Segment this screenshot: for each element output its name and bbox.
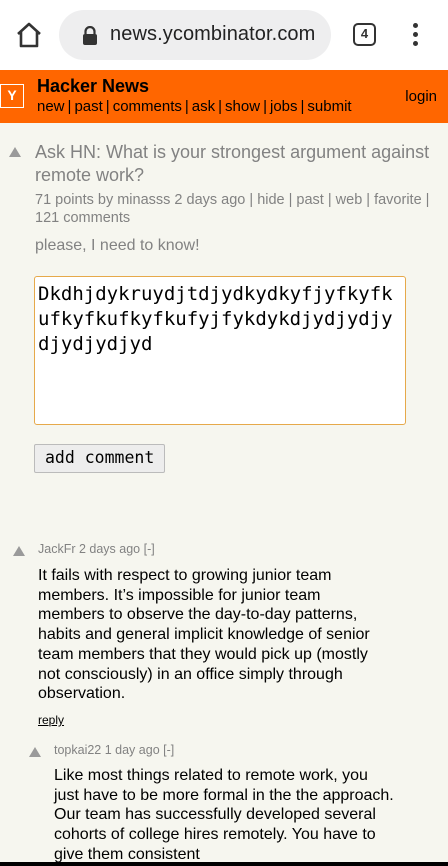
- screen-bottom-edge: [0, 862, 448, 866]
- nav-past[interactable]: past: [74, 98, 102, 115]
- nav-comments[interactable]: comments: [113, 98, 182, 115]
- story-text: please, I need to know!: [35, 237, 200, 254]
- comment-body: It fails with respect to growing junior …: [38, 567, 370, 703]
- reply-link[interactable]: reply: [38, 713, 64, 727]
- nav-submit[interactable]: submit: [307, 98, 351, 115]
- top-nav: new | past | comments | ask | show | jobs | submit: [37, 98, 352, 115]
- tab-switcher-button[interactable]: 4: [353, 23, 376, 46]
- address-bar[interactable]: news.ycombinator.com: [59, 10, 331, 60]
- comment-header: topkai22 1 day ago [-]: [54, 743, 175, 757]
- login-link[interactable]: login: [405, 88, 437, 105]
- overflow-menu-icon[interactable]: [405, 20, 425, 50]
- comment-textarea[interactable]: [34, 276, 406, 425]
- story-title[interactable]: Ask HN: What is your strongest argument …: [35, 141, 440, 187]
- hn-logo[interactable]: Y: [0, 84, 24, 108]
- lock-icon: [83, 26, 97, 45]
- home-icon[interactable]: [14, 20, 44, 50]
- nav-jobs[interactable]: jobs: [270, 98, 298, 115]
- comment-body: Like most things related to remote work,…: [54, 767, 394, 863]
- story-subtext: 71 points by minasss 2 days ago | hide |…: [35, 192, 430, 226]
- story-upvote-icon[interactable]: [9, 147, 21, 157]
- comment-upvote-icon[interactable]: [13, 546, 25, 556]
- comment-header: JackFr 2 days ago [-]: [38, 542, 155, 556]
- nav-ask[interactable]: ask: [192, 98, 215, 115]
- comment-upvote-icon[interactable]: [29, 747, 41, 757]
- nav-show[interactable]: show: [225, 98, 260, 115]
- hn-header: Y Hacker News new | past | comments | ask | show…: [0, 70, 448, 123]
- site-title[interactable]: Hacker News: [37, 76, 149, 97]
- browser-toolbar: news.ycombinator.com 4: [0, 0, 448, 70]
- add-comment-button[interactable]: add comment: [34, 444, 166, 473]
- nav-new[interactable]: new: [37, 98, 65, 115]
- url-text: news.ycombinator.com: [110, 23, 316, 45]
